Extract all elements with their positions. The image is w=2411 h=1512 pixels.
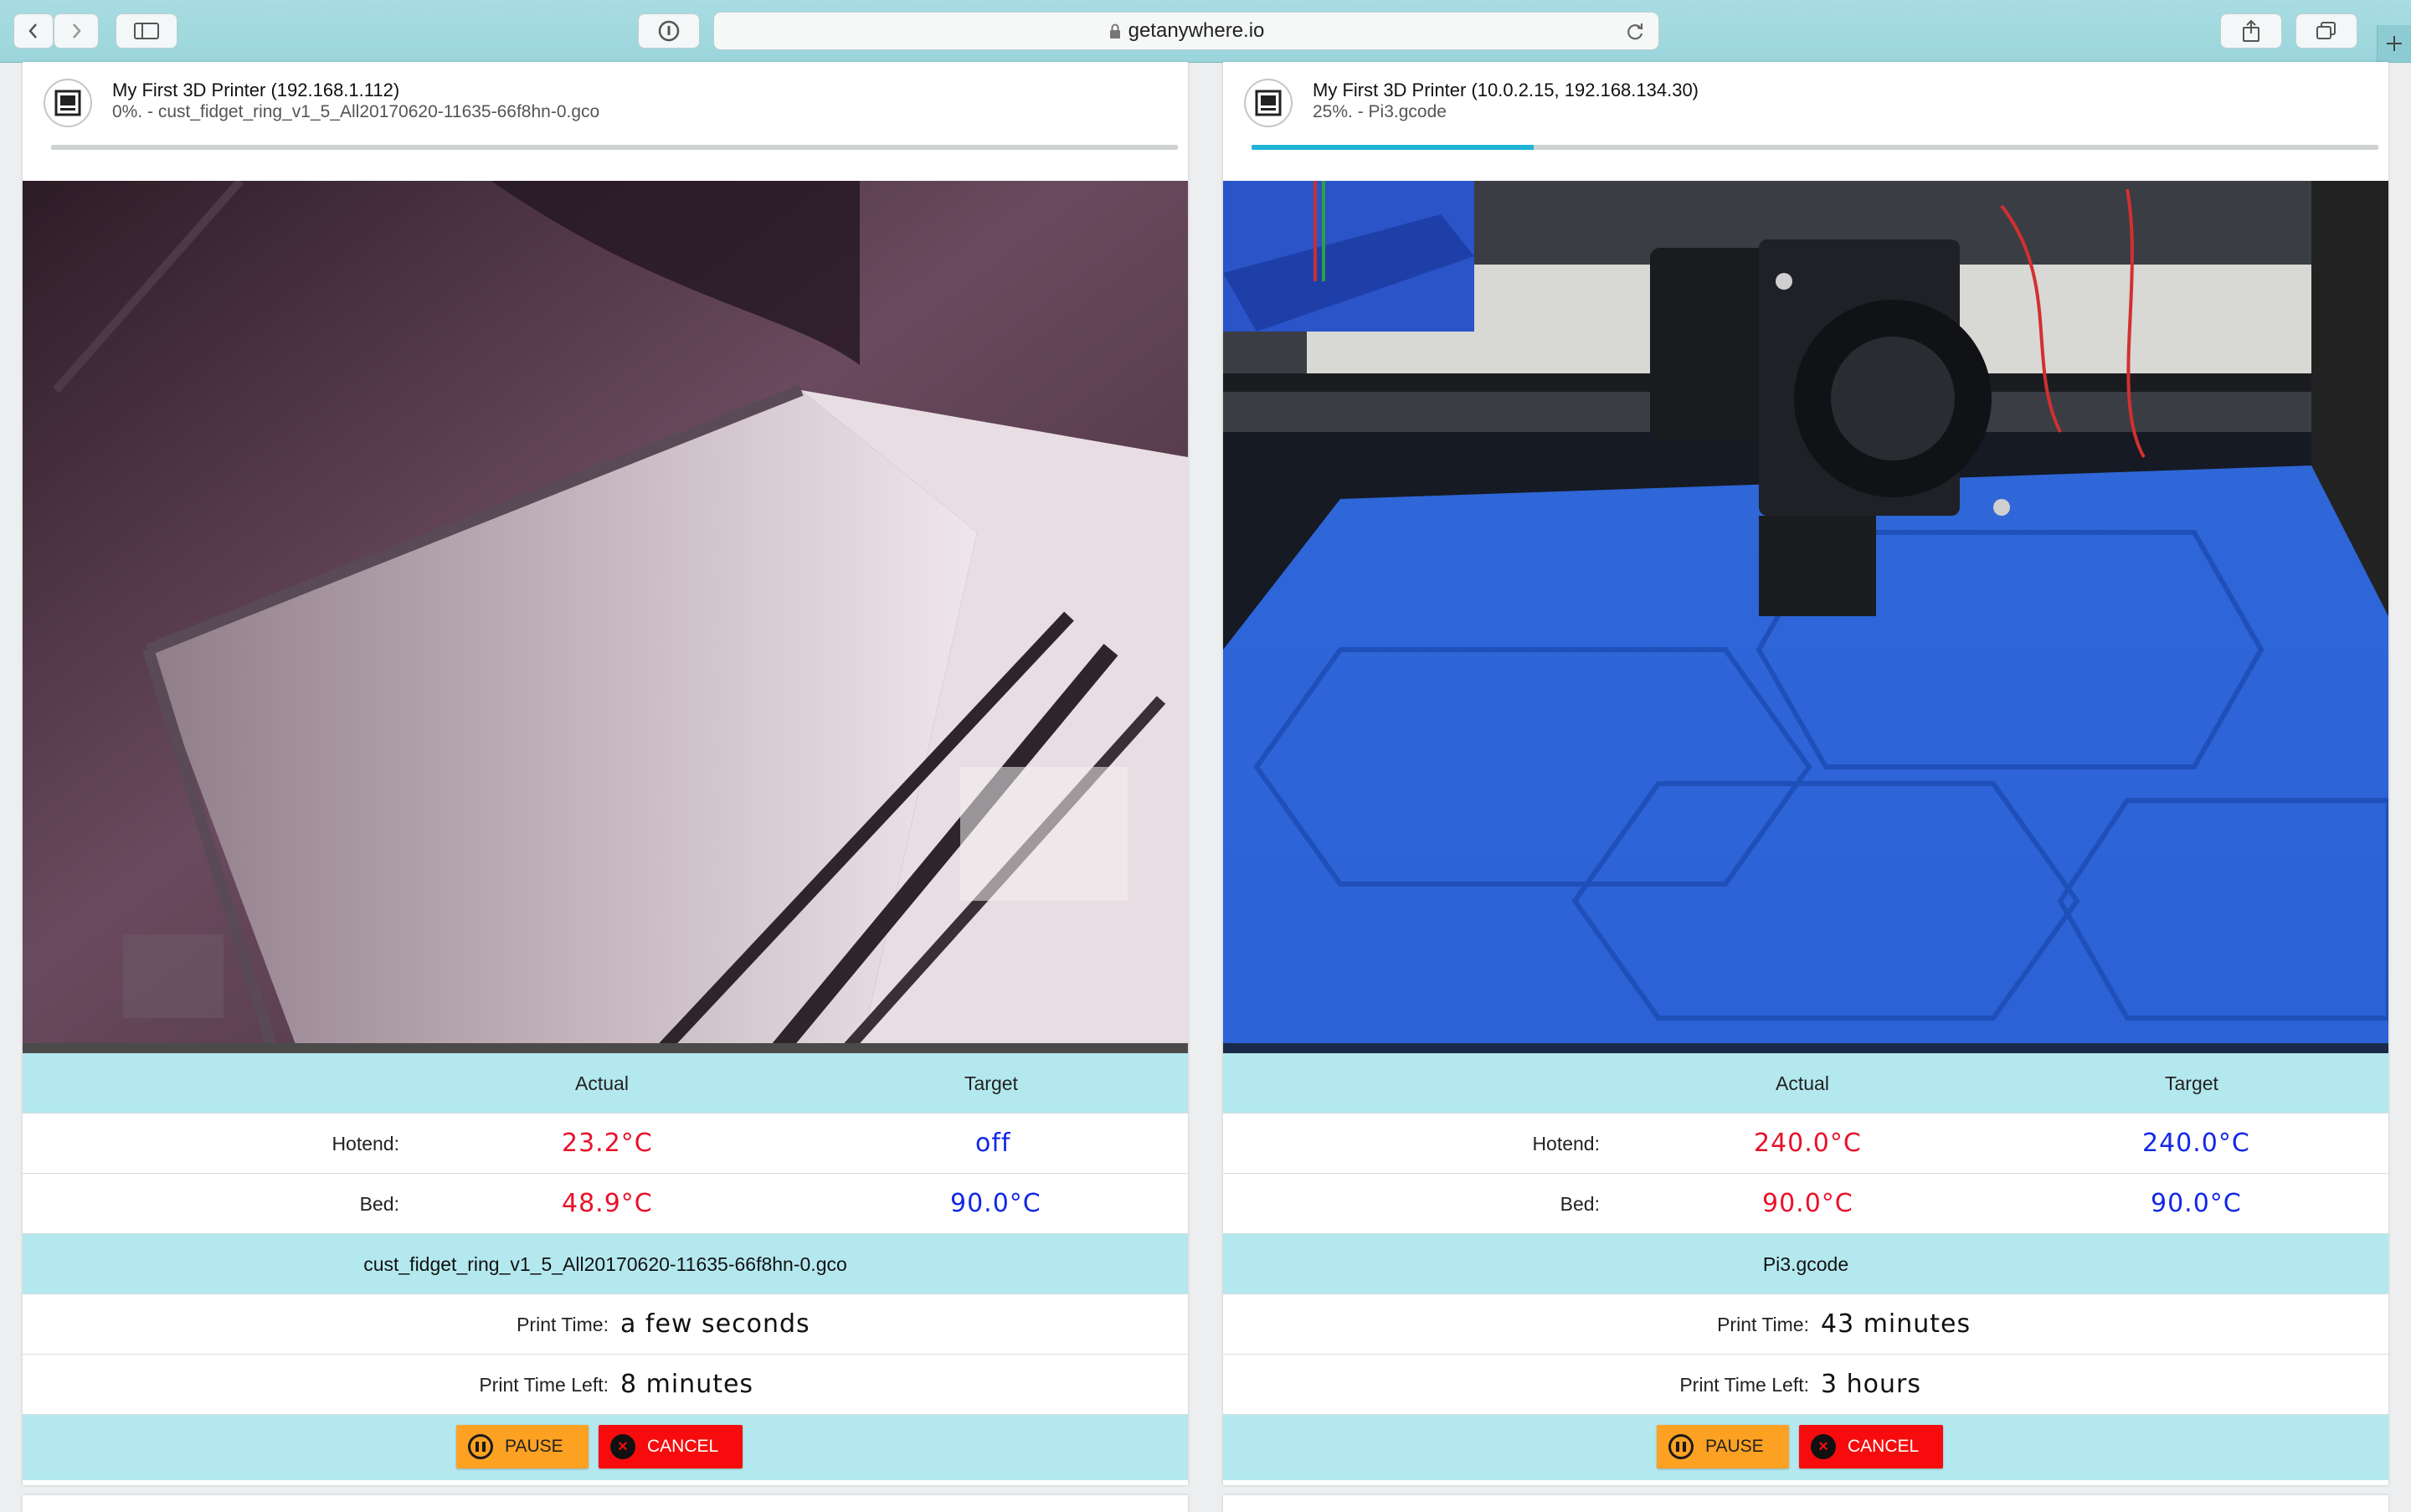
bed-target: 90.0°C	[2151, 1189, 2242, 1218]
share-button[interactable]	[2220, 13, 2282, 49]
target-column-header: Target	[2165, 1072, 2218, 1094]
print-time-value: a few seconds	[620, 1309, 810, 1339]
plus-icon	[2387, 36, 2402, 51]
back-icon	[28, 23, 37, 39]
print-time-left-value: 3 hours	[1821, 1370, 1921, 1399]
pause-button[interactable]: PAUSE	[456, 1425, 589, 1468]
table-header-row: Actual Target	[1223, 1053, 2388, 1113]
printer-name: My First 3D Printer (192.168.1.112)	[112, 80, 400, 100]
print-time-label: Print Time:	[517, 1314, 609, 1335]
cancel-icon: ×	[610, 1434, 635, 1459]
address-bar[interactable]: getanywhere.io	[713, 12, 1659, 50]
browser-toolbar: getanywhere.io	[0, 0, 2411, 63]
print-progress-bar	[51, 145, 1178, 150]
print-time-row: Print Time: a few seconds	[23, 1294, 1188, 1355]
lock-icon	[1109, 23, 1120, 39]
target-column-header: Target	[964, 1072, 1018, 1094]
hotend-row: Hotend: 240.0°C 240.0°C	[1223, 1113, 2388, 1174]
cancel-icon: ×	[1811, 1434, 1836, 1459]
webcam-bottom-strip	[23, 1043, 1188, 1053]
cancel-label: CANCEL	[1848, 1437, 1920, 1456]
printer-avatar-icon	[44, 79, 92, 127]
table-header-row: Actual Target	[23, 1053, 1188, 1113]
file-row: Pi3.gcode	[1223, 1234, 2388, 1294]
next-card-edge	[1223, 1495, 2388, 1512]
pause-icon	[1668, 1434, 1694, 1459]
bed-label: Bed:	[359, 1193, 399, 1215]
print-time-left-row: Print Time Left: 8 minutes	[23, 1355, 1188, 1415]
bed-actual: 48.9°C	[562, 1189, 653, 1218]
back-button[interactable]	[13, 13, 54, 49]
cancel-button[interactable]: × CANCEL	[599, 1425, 743, 1468]
printer-status-table: Actual Target Hotend: 240.0°C 240.0°C Be…	[1223, 1053, 2388, 1480]
pause-button[interactable]: PAUSE	[1657, 1425, 1789, 1468]
bed-row: Bed: 90.0°C 90.0°C	[1223, 1174, 2388, 1234]
share-icon	[2243, 19, 2259, 42]
tabs-icon	[2316, 22, 2336, 39]
hotend-label: Hotend:	[1532, 1133, 1600, 1155]
printer-card: My First 3D Printer (192.168.1.112) 0%. …	[23, 62, 1188, 1485]
hotend-target: 240.0°C	[2142, 1129, 2250, 1158]
actual-column-header: Actual	[575, 1072, 629, 1094]
pause-label: PAUSE	[505, 1437, 563, 1456]
next-card-edge	[23, 1495, 1188, 1512]
bed-target: 90.0°C	[950, 1189, 1041, 1218]
printer-status-table: Actual Target Hotend: 23.2°C off Bed: 48…	[23, 1053, 1188, 1480]
printer-header: My First 3D Printer (192.168.1.112) 0%. …	[23, 62, 1188, 181]
file-name: Pi3.gcode	[1762, 1253, 1849, 1275]
sidebar-icon	[134, 23, 159, 39]
bed-row: Bed: 48.9°C 90.0°C	[23, 1174, 1188, 1234]
hotend-label: Hotend:	[332, 1133, 399, 1155]
print-time-value: 43 minutes	[1821, 1309, 1971, 1339]
print-time-left-label: Print Time Left:	[479, 1374, 609, 1396]
file-name: cust_fidget_ring_v1_5_All20170620-11635-…	[363, 1253, 847, 1275]
print-time-label: Print Time:	[1717, 1314, 1809, 1335]
pause-label: PAUSE	[1705, 1437, 1764, 1456]
printer-status: 25%. - Pi3.gcode	[1313, 102, 1447, 121]
actions-row: PAUSE × CANCEL	[1223, 1415, 2388, 1480]
print-time-left-value: 8 minutes	[620, 1370, 754, 1399]
new-tab-button[interactable]	[2377, 25, 2411, 62]
forward-button[interactable]	[54, 13, 99, 49]
site-info-button[interactable]	[638, 13, 700, 49]
print-progress-bar	[1252, 145, 2378, 150]
hotend-target: off	[975, 1129, 1011, 1158]
webcam-feed	[23, 181, 1188, 1053]
hotend-row: Hotend: 23.2°C off	[23, 1113, 1188, 1174]
file-row: cust_fidget_ring_v1_5_All20170620-11635-…	[23, 1234, 1188, 1294]
url-text: getanywhere.io	[1128, 19, 1265, 42]
printer-card: My First 3D Printer (10.0.2.15, 192.168.…	[1223, 62, 2388, 1485]
printer-header: My First 3D Printer (10.0.2.15, 192.168.…	[1223, 62, 2388, 181]
bed-label: Bed:	[1560, 1193, 1600, 1215]
cancel-button[interactable]: × CANCEL	[1799, 1425, 1943, 1468]
print-time-left-row: Print Time Left: 3 hours	[1223, 1355, 2388, 1415]
reload-icon[interactable]	[1623, 20, 1647, 44]
print-time-left-label: Print Time Left:	[1679, 1374, 1809, 1396]
webcam-feed	[1223, 181, 2388, 1053]
cancel-label: CANCEL	[647, 1437, 719, 1456]
bed-actual: 90.0°C	[1762, 1189, 1853, 1218]
printer-name: My First 3D Printer (10.0.2.15, 192.168.…	[1313, 80, 1699, 100]
printer-avatar-icon	[1244, 79, 1293, 127]
actual-column-header: Actual	[1776, 1072, 1829, 1094]
actions-row: PAUSE × CANCEL	[23, 1415, 1188, 1480]
printer-status: 0%. - cust_fidget_ring_v1_5_All20170620-…	[112, 102, 600, 121]
pause-icon	[468, 1434, 493, 1459]
print-progress-fill	[1252, 145, 1534, 150]
sidebar-button[interactable]	[116, 13, 177, 49]
hotend-actual: 23.2°C	[562, 1129, 653, 1158]
webcam-bottom-strip	[1223, 1043, 2388, 1053]
forward-icon	[73, 23, 81, 39]
print-time-row: Print Time: 43 minutes	[1223, 1294, 2388, 1355]
info-icon	[658, 20, 680, 42]
tabs-button[interactable]	[2295, 13, 2357, 49]
hotend-actual: 240.0°C	[1754, 1129, 1862, 1158]
